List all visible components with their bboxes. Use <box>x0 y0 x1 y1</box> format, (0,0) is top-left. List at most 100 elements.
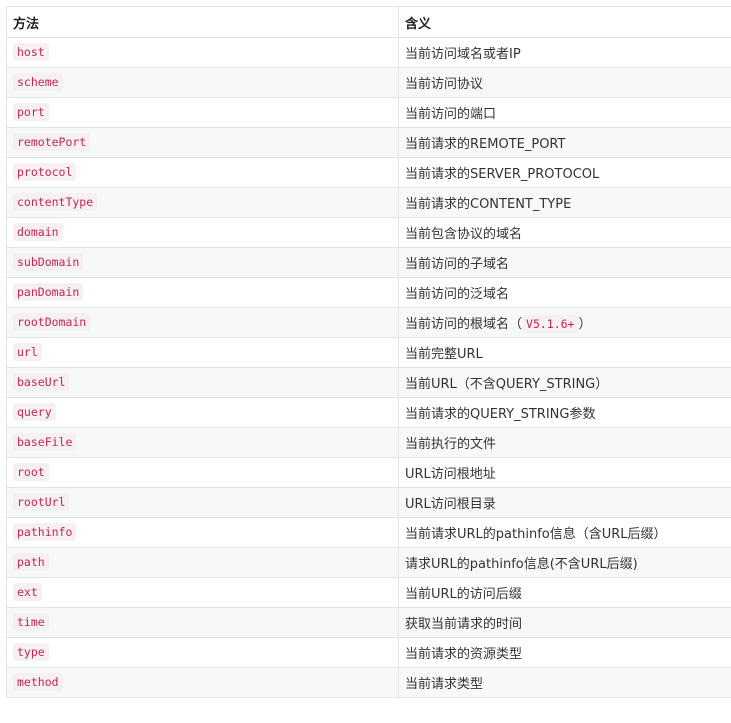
table-row: time 获取当前请求的时间 <box>6 607 731 638</box>
meaning-cell: 当前完整URL <box>398 337 731 368</box>
method-name: remotePort <box>13 133 91 151</box>
meaning-cell: URL访问根目录 <box>398 487 731 518</box>
meaning-text: 当前包含协议的域名 <box>405 227 523 242</box>
method-cell: ext <box>6 577 399 608</box>
meaning-text: 当前请求的QUERY_STRING参数 <box>405 407 596 422</box>
header-meaning: 含义 <box>398 6 731 38</box>
meaning-cell: 当前请求的SERVER_PROTOCOL <box>398 157 731 188</box>
method-cell: domain <box>6 217 399 248</box>
table-row: protocol 当前请求的SERVER_PROTOCOL <box>6 157 731 188</box>
method-cell: host <box>6 37 399 68</box>
meaning-text: 当前请求类型 <box>405 677 484 692</box>
method-name: panDomain <box>13 283 84 301</box>
meaning-cell: 请求URL的pathinfo信息(不含URL后缀) <box>398 547 731 578</box>
meaning-cell: 当前访问的根域名（ V5.1.6+） <box>398 307 731 338</box>
method-cell: protocol <box>6 157 399 188</box>
method-cell: url <box>6 337 399 368</box>
method-cell: baseFile <box>6 427 399 458</box>
meaning-cell: 获取当前请求的时间 <box>398 607 731 638</box>
meaning-cell: 当前URL（不含QUERY_STRING） <box>398 367 731 398</box>
method-name: subDomain <box>13 253 84 271</box>
table-row: method 当前请求类型 <box>6 667 731 698</box>
method-cell: contentType <box>6 187 399 218</box>
meaning-suffix: ） <box>578 317 592 332</box>
method-name: pathinfo <box>13 523 77 541</box>
meaning-cell: 当前请求类型 <box>398 667 731 698</box>
method-cell: baseUrl <box>6 367 399 398</box>
meaning-text: 当前请求URL的pathinfo信息（含URL后缀） <box>405 527 667 542</box>
method-name: query <box>13 403 56 421</box>
meaning-cell: URL访问根地址 <box>398 457 731 488</box>
table-row: url 当前完整URL <box>6 337 731 368</box>
table-row: panDomain 当前访问的泛域名 <box>6 277 731 308</box>
meaning-text: 当前访问域名或者IP <box>405 47 521 62</box>
meaning-text: 当前请求的SERVER_PROTOCOL <box>405 167 600 182</box>
table-header-row: 方法 含义 <box>6 6 731 38</box>
table-row: type 当前请求的资源类型 <box>6 637 731 668</box>
method-name: protocol <box>13 163 77 181</box>
meaning-cell: 当前访问域名或者IP <box>398 37 731 68</box>
table-row: remotePort 当前请求的REMOTE_PORT <box>6 127 731 158</box>
method-cell: method <box>6 667 399 698</box>
table-row: host 当前访问域名或者IP <box>6 37 731 68</box>
meaning-cell: 当前访问的子域名 <box>398 247 731 278</box>
meaning-text: 当前URL的访问后缀 <box>405 587 522 602</box>
meaning-text: 当前完整URL <box>405 347 483 362</box>
meaning-text: 当前访问协议 <box>405 77 484 92</box>
meaning-text: 当前访问的端口 <box>405 107 497 122</box>
meaning-cell: 当前请求URL的pathinfo信息（含URL后缀） <box>398 517 731 548</box>
meaning-cell: 当前访问的端口 <box>398 97 731 128</box>
method-cell: query <box>6 397 399 428</box>
table-row: path 请求URL的pathinfo信息(不含URL后缀) <box>6 547 731 578</box>
meaning-text: 当前访问的子域名 <box>405 257 510 272</box>
method-cell: rootDomain <box>6 307 399 338</box>
method-cell: port <box>6 97 399 128</box>
meaning-cell: 当前访问协议 <box>398 67 731 98</box>
table-row: rootDomain 当前访问的根域名（ V5.1.6+） <box>6 307 731 338</box>
request-methods-table: 方法 含义 host 当前访问域名或者IP scheme 当前访问协议 port 当前访问… <box>6 6 731 698</box>
method-name: path <box>13 553 49 571</box>
method-name: port <box>13 103 49 121</box>
method-name: domain <box>13 223 63 241</box>
meaning-cell: 当前请求的REMOTE_PORT <box>398 127 731 158</box>
meaning-cell: 当前包含协议的域名 <box>398 217 731 248</box>
meaning-cell: 当前请求的资源类型 <box>398 637 731 668</box>
meaning-cell: 当前执行的文件 <box>398 427 731 458</box>
table-row: ext 当前URL的访问后缀 <box>6 577 731 608</box>
table-row: pathinfo 当前请求URL的pathinfo信息（含URL后缀） <box>6 517 731 548</box>
method-name: rootUrl <box>13 493 70 511</box>
table-row: baseFile 当前执行的文件 <box>6 427 731 458</box>
method-cell: subDomain <box>6 247 399 278</box>
meaning-text: 当前URL（不含QUERY_STRING） <box>405 377 609 392</box>
meaning-text: 当前请求的CONTENT_TYPE <box>405 197 572 212</box>
table-row: domain 当前包含协议的域名 <box>6 217 731 248</box>
method-name: url <box>13 343 42 361</box>
method-cell: remotePort <box>6 127 399 158</box>
method-name: time <box>13 613 49 631</box>
table-row: contentType 当前请求的CONTENT_TYPE <box>6 187 731 218</box>
meaning-text: 请求URL的pathinfo信息(不含URL后缀) <box>405 557 638 572</box>
version-badge: V5.1.6+ <box>522 315 579 333</box>
table-row: scheme 当前访问协议 <box>6 67 731 98</box>
method-name: method <box>13 673 63 691</box>
method-name: scheme <box>13 73 63 91</box>
meaning-text: URL访问根地址 <box>405 467 496 482</box>
meaning-text: 获取当前请求的时间 <box>405 617 523 632</box>
meaning-text: 当前请求的REMOTE_PORT <box>405 137 566 152</box>
method-cell: scheme <box>6 67 399 98</box>
table-row: subDomain 当前访问的子域名 <box>6 247 731 278</box>
table-body: host 当前访问域名或者IP scheme 当前访问协议 port 当前访问的端口 rem… <box>6 37 731 698</box>
method-cell: time <box>6 607 399 638</box>
table-row: port 当前访问的端口 <box>6 97 731 128</box>
meaning-cell: 当前请求的QUERY_STRING参数 <box>398 397 731 428</box>
meaning-cell: 当前访问的泛域名 <box>398 277 731 308</box>
meaning-cell: 当前URL的访问后缀 <box>398 577 731 608</box>
method-cell: path <box>6 547 399 578</box>
request-methods-table-container: 方法 含义 host 当前访问域名或者IP scheme 当前访问协议 port 当前访问… <box>6 6 731 698</box>
meaning-text: 当前访问的根域名（ <box>405 317 523 332</box>
method-name: ext <box>13 583 42 601</box>
meaning-text: 当前访问的泛域名 <box>405 287 510 302</box>
method-name: baseUrl <box>13 373 70 391</box>
method-cell: type <box>6 637 399 668</box>
method-name: root <box>13 463 49 481</box>
